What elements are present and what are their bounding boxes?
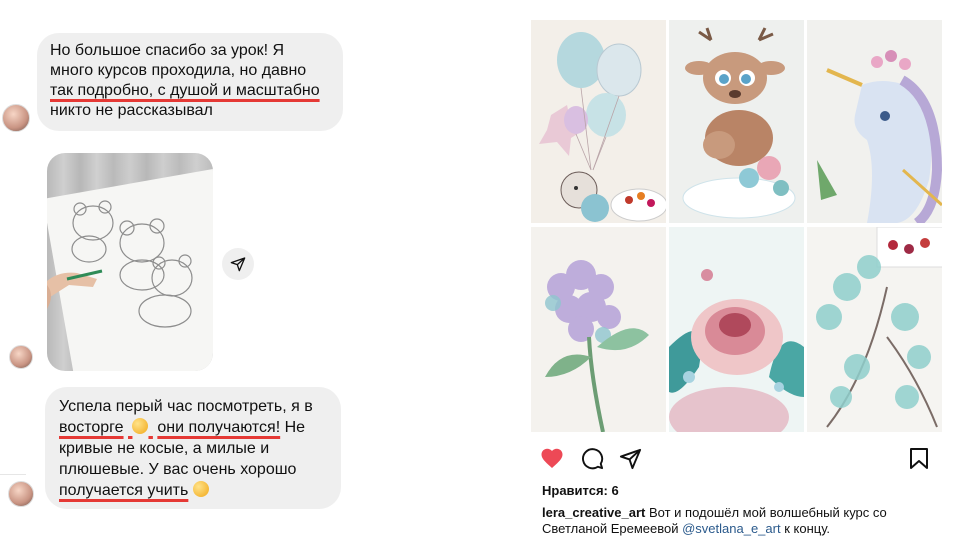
message-text-fragment: Не <box>280 419 306 436</box>
post-image-grid[interactable] <box>531 20 942 432</box>
caption-text: Светланой Еремеевой <box>542 521 683 536</box>
message-text-line: кривые не косые, а милые и <box>59 440 270 457</box>
message-text-line: много курсов проходила, но давно <box>50 62 307 79</box>
caption-username[interactable]: lera_creative_art <box>542 505 645 520</box>
emoji-star-struck-icon <box>128 418 153 436</box>
sketch-illustration <box>47 168 213 371</box>
message-text-line: Но большое спасибо за урок! Я <box>50 42 285 59</box>
message-text-line: плюшевые. У вас очень хорошо <box>59 461 297 478</box>
hydrangea-painting <box>545 260 649 432</box>
grid-tile-peony[interactable] <box>669 227 804 432</box>
grid-tile-hydrangea[interactable] <box>531 227 666 432</box>
message-text-line: получается учить <box>59 480 341 501</box>
emoji-hugging-icon <box>192 481 209 497</box>
post-caption: lera_creative_art Вот и подошёл мой волш… <box>542 505 942 537</box>
save-button[interactable] <box>909 447 929 475</box>
grid-tile-fawns[interactable] <box>669 20 804 223</box>
unicorn-painting <box>817 50 942 223</box>
send-icon <box>230 257 246 272</box>
message-text-line: Успела перый час посмотреть, я в <box>59 398 313 415</box>
balloons-painting <box>539 32 666 222</box>
avatar[interactable] <box>9 345 33 369</box>
message-bubble: Успела перый час посмотреть, я в восторг… <box>45 387 341 509</box>
avatar[interactable] <box>2 104 30 132</box>
heart-icon <box>541 448 563 468</box>
grid-tile-unicorn[interactable] <box>807 20 942 223</box>
comment-icon <box>582 448 604 470</box>
bookmark-icon <box>910 448 928 469</box>
comment-button[interactable] <box>581 447 604 475</box>
share-post-button[interactable] <box>619 447 642 475</box>
eucalyptus-painting <box>816 227 942 428</box>
grid-tile-balloons[interactable] <box>531 20 666 223</box>
message-text-line: так подробно, с душой и масштабно <box>50 82 320 99</box>
like-button[interactable] <box>540 447 564 474</box>
peony-painting <box>669 269 804 432</box>
underlined-text: восторге <box>59 419 124 436</box>
divider <box>0 474 26 475</box>
underlined-text: получается учить <box>59 482 189 499</box>
grid-tile-eucalyptus[interactable] <box>807 227 942 432</box>
fawns-painting <box>682 27 796 219</box>
send-icon <box>619 448 642 470</box>
caption-line: Светланой Еремеевой @svetlana_e_art к ко… <box>542 521 942 537</box>
caption-mention-link[interactable]: @svetlana_e_art <box>682 521 780 536</box>
caption-text: Вот и подошёл мой волшебный курс со <box>645 505 887 520</box>
message-text-line: никто не рассказывал <box>50 102 213 119</box>
avatar[interactable] <box>8 481 34 507</box>
likes-count[interactable]: Нравится: 6 <box>542 483 619 499</box>
caption-text: к концу. <box>780 521 831 536</box>
sketch-photo[interactable] <box>47 153 213 371</box>
underlined-text: они получаются! <box>157 419 281 436</box>
caption-line: lera_creative_art Вот и подошёл мой волш… <box>542 505 942 521</box>
share-button[interactable] <box>222 248 254 280</box>
message-bubble: Но большое спасибо за урок! Я много курс… <box>37 33 343 131</box>
message-text-line: восторге они получаются! Не <box>59 417 341 438</box>
